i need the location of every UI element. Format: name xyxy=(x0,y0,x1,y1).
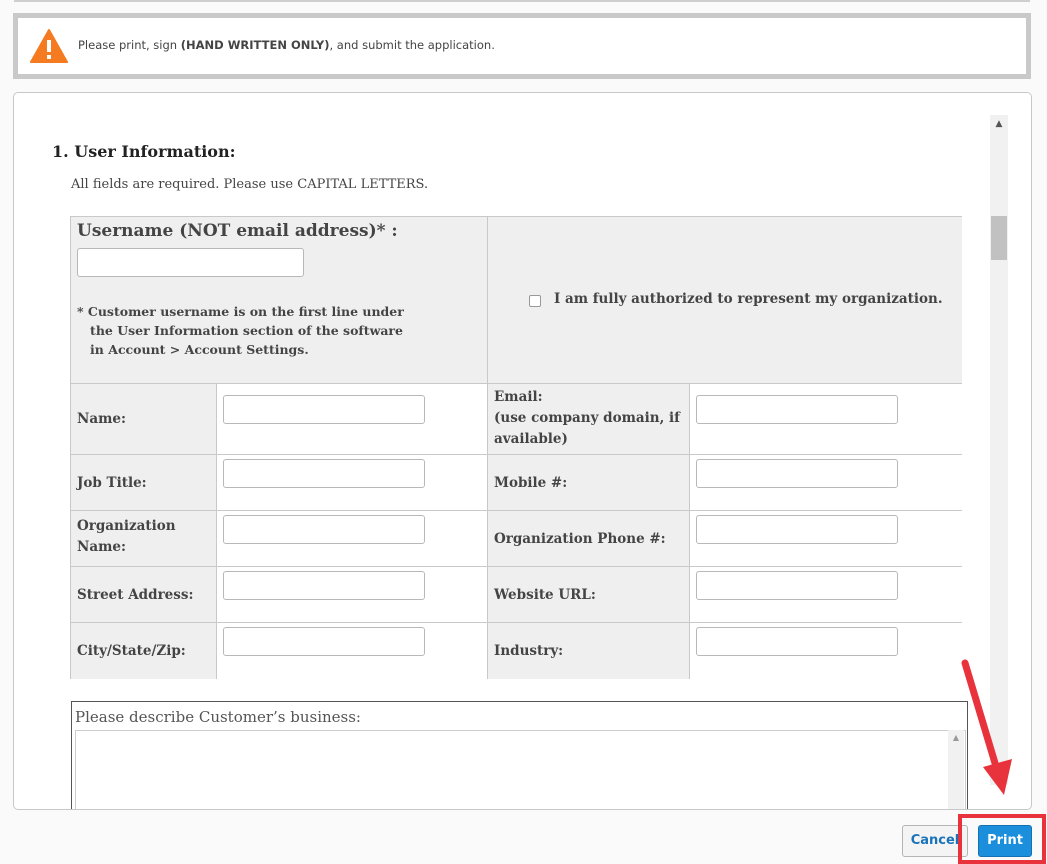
organization-name-label: Organization Name: xyxy=(77,518,176,555)
job-title-input[interactable] xyxy=(223,459,425,488)
application-panel: 1. User Information: All fields are requ… xyxy=(13,92,1032,810)
street-address-input[interactable] xyxy=(223,571,425,600)
city-state-zip-label-cell: City/State/Zip: xyxy=(71,623,217,679)
authorized-label: I am fully authorized to represent my or… xyxy=(554,291,943,307)
name-input-cell xyxy=(217,384,488,455)
organization-name-label-cell: Organization Name: xyxy=(71,511,217,567)
alert-message: Please print, sign (HAND WRITTEN ONLY), … xyxy=(78,38,495,52)
user-info-table: Username (NOT email address)* : * Custom… xyxy=(70,216,962,679)
alert-banner: Please print, sign (HAND WRITTEN ONLY), … xyxy=(13,13,1031,79)
print-button[interactable]: Print xyxy=(978,825,1032,857)
email-input[interactable] xyxy=(696,395,898,424)
street-address-label: Street Address: xyxy=(77,587,194,603)
city-state-zip-label: City/State/Zip: xyxy=(77,643,186,659)
industry-label-cell: Industry: xyxy=(488,623,690,679)
organization-phone-input-cell xyxy=(690,511,962,567)
cancel-button[interactable]: Cancel xyxy=(902,825,968,857)
organization-name-input[interactable] xyxy=(223,515,425,544)
industry-input-cell xyxy=(690,623,962,679)
organization-phone-input[interactable] xyxy=(696,515,898,544)
name-label-cell: Name: xyxy=(71,384,217,455)
authorization-cell: I am fully authorized to represent my or… xyxy=(488,217,962,384)
email-label-cell: Email: (use company domain, if available… xyxy=(488,384,690,455)
industry-label: Industry: xyxy=(494,643,564,659)
industry-input[interactable] xyxy=(696,627,898,656)
website-url-label: Website URL: xyxy=(494,587,596,603)
alert-message-emphasis: (HAND WRITTEN ONLY) xyxy=(180,38,330,52)
username-cell: Username (NOT email address)* : * Custom… xyxy=(71,217,488,384)
section-title: 1. User Information: xyxy=(52,142,236,161)
email-label: Email: (use company domain, if available… xyxy=(494,389,680,447)
name-label: Name: xyxy=(77,411,126,427)
username-input[interactable] xyxy=(77,248,304,277)
business-description-textarea[interactable] xyxy=(75,730,966,809)
mobile-input-cell xyxy=(690,455,962,511)
section-note: All fields are required. Please use CAPI… xyxy=(71,177,429,192)
authorized-checkbox[interactable] xyxy=(529,295,541,307)
organization-phone-label-cell: Organization Phone #: xyxy=(488,511,690,567)
organization-phone-label: Organization Phone #: xyxy=(494,531,666,547)
organization-name-input-cell xyxy=(217,511,488,567)
website-url-input-cell xyxy=(690,567,962,623)
street-address-input-cell xyxy=(217,567,488,623)
city-state-zip-input[interactable] xyxy=(223,627,425,656)
mobile-input[interactable] xyxy=(696,459,898,488)
textarea-scrollbar[interactable]: ▲ xyxy=(948,730,964,809)
warning-icon xyxy=(30,29,68,63)
street-address-label-cell: Street Address: xyxy=(71,567,217,623)
textarea-scroll-up-icon[interactable]: ▲ xyxy=(948,730,964,746)
scroll-thumb[interactable] xyxy=(991,216,1007,260)
scroll-up-icon[interactable]: ▲ xyxy=(990,115,1008,133)
business-description-box: Please describe Customer’s business: ▲ xyxy=(71,701,968,809)
mobile-label-cell: Mobile #: xyxy=(488,455,690,511)
job-title-input-cell xyxy=(217,455,488,511)
website-url-input[interactable] xyxy=(696,571,898,600)
job-title-label-cell: Job Title: xyxy=(71,455,217,511)
business-description-label: Please describe Customer’s business: xyxy=(75,708,361,726)
email-input-cell xyxy=(690,384,962,455)
username-label: Username (NOT email address)* : xyxy=(77,221,398,241)
job-title-label: Job Title: xyxy=(77,475,147,491)
name-input[interactable] xyxy=(223,395,425,424)
panel-scrollbar[interactable]: ▲ xyxy=(990,115,1008,785)
city-state-zip-input-cell xyxy=(217,623,488,679)
top-divider xyxy=(14,0,1030,2)
username-note: * Customer username is on the first line… xyxy=(77,304,404,357)
mobile-label: Mobile #: xyxy=(494,475,568,491)
website-url-label-cell: Website URL: xyxy=(488,567,690,623)
